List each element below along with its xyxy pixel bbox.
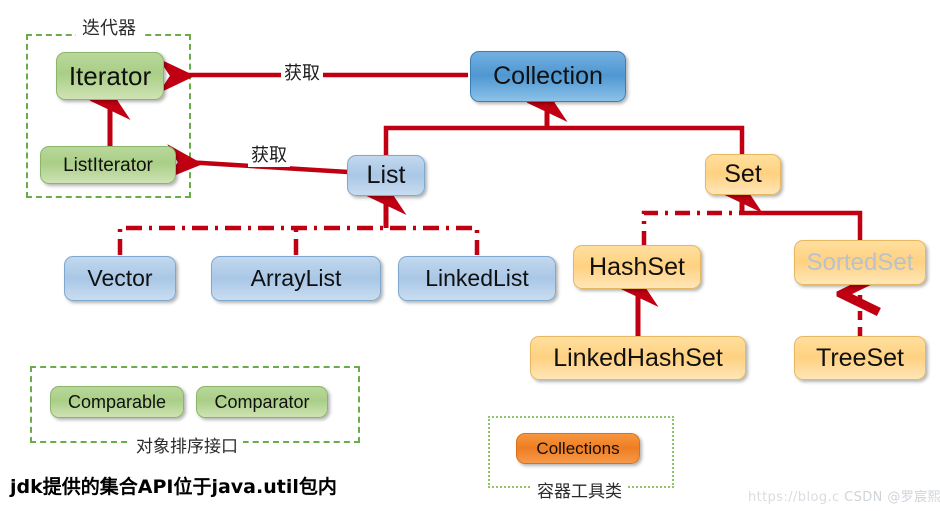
watermark-prefix: https://blog.c: [748, 490, 840, 505]
node-tree-set-label: TreeSet: [815, 343, 904, 372]
node-comparable[interactable]: Comparable: [50, 386, 184, 418]
node-iterator[interactable]: Iterator: [56, 52, 164, 100]
node-array-list[interactable]: ArrayList: [211, 256, 381, 301]
node-linked-list[interactable]: LinkedList: [398, 256, 556, 301]
node-iterator-label: Iterator: [68, 61, 152, 91]
group-sorting-caption: 对象排序接口: [131, 432, 243, 457]
node-sorted-set[interactable]: SortedSet: [794, 240, 926, 285]
node-vector-label: Vector: [87, 265, 153, 291]
node-hash-set[interactable]: HashSet: [573, 245, 701, 289]
node-list-iterator-label: ListIterator: [63, 154, 153, 176]
node-comparable-label: Comparable: [67, 392, 167, 412]
watermark-brand: CSDN: [844, 490, 883, 505]
footer-note: jdk提供的集合API位于java.util包内: [10, 476, 337, 498]
watermark: https://blog.c CSDN @罗宸熙 49: [748, 486, 940, 505]
node-set[interactable]: Set: [705, 154, 781, 195]
node-linked-hash-set[interactable]: LinkedHashSet: [530, 336, 746, 380]
edge-label-collection-iterator: 获取: [281, 59, 323, 85]
node-vector[interactable]: Vector: [64, 256, 176, 301]
group-tools-caption: 容器工具类: [532, 477, 627, 502]
node-collection-label: Collection: [493, 62, 603, 90]
group-iterator-caption: 迭代器: [76, 14, 142, 40]
node-linked-hash-set-label: LinkedHashSet: [553, 343, 723, 372]
node-list-label: List: [366, 161, 406, 189]
node-collection[interactable]: Collection: [470, 51, 626, 102]
watermark-user: @罗宸熙: [887, 490, 940, 505]
node-set-label: Set: [724, 160, 762, 188]
node-collections[interactable]: Collections: [516, 433, 640, 464]
node-list-iterator[interactable]: ListIterator: [40, 146, 176, 184]
node-collections-label: Collections: [536, 439, 620, 458]
node-linked-list-label: LinkedList: [425, 265, 529, 291]
node-list[interactable]: List: [347, 155, 425, 196]
node-sorted-set-label: SortedSet: [806, 248, 914, 276]
node-comparator[interactable]: Comparator: [196, 386, 328, 418]
edge-label-list-listiterator: 获取: [248, 141, 290, 167]
node-comparator-label: Comparator: [214, 392, 310, 412]
node-hash-set-label: HashSet: [589, 252, 685, 281]
diagram-canvas: 迭代器 对象排序接口 容器工具类 获取 获取 Iterator ListIter…: [0, 0, 940, 511]
node-array-list-label: ArrayList: [250, 265, 342, 291]
node-tree-set[interactable]: TreeSet: [794, 336, 926, 380]
